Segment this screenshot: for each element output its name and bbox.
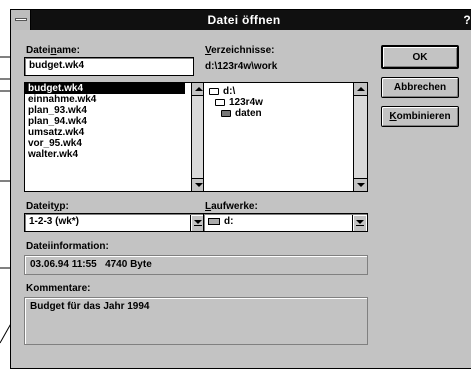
combine-button[interactable]: Kombinieren [381, 106, 459, 127]
file-list[interactable]: budget.wk4 einnahme.wk4 plan_93.wk4 plan… [24, 82, 206, 192]
filename-label: Dateiname: [26, 45, 80, 56]
filetype-label: Dateityp: [26, 201, 69, 212]
current-path: d:\123r4w\work [205, 61, 278, 72]
filetype-select[interactable]: 1-2-3 (wk*) [24, 213, 206, 232]
drives-label: Laufwerke: [205, 201, 258, 212]
file-item-budget[interactable]: budget.wk4 [25, 83, 185, 94]
file-item-plan94[interactable]: plan_94.wk4 [25, 116, 205, 127]
open-folder-icon [209, 88, 219, 95]
system-menu-button[interactable] [11, 10, 31, 30]
cancel-button[interactable]: Abbrechen [381, 77, 459, 98]
fileinfo-label: Dateiinformation: [26, 241, 109, 252]
open-file-dialog: Datei öffnen ? Dateiname: budget.wk4 bud… [10, 9, 471, 369]
dir-item-root[interactable]: d:\ [204, 86, 367, 97]
title-bar: Datei öffnen ? [11, 10, 471, 30]
dialog-title: Datei öffnen [207, 13, 281, 27]
directories-label: Verzeichnisse: [205, 45, 275, 56]
file-item-walter[interactable]: walter.wk4 [25, 149, 205, 160]
drive-select[interactable]: d: [203, 213, 368, 232]
directory-list[interactable]: d:\ 123r4w daten [203, 82, 368, 192]
dropdown-arrow-icon[interactable] [190, 215, 204, 231]
scroll-down-icon[interactable] [354, 178, 367, 191]
ok-button[interactable]: OK [381, 45, 459, 69]
dropdown-arrow-icon[interactable] [352, 215, 366, 231]
comments-label: Kommentare: [26, 283, 91, 294]
filename-input[interactable]: budget.wk4 [24, 57, 194, 76]
hard-drive-icon [208, 218, 220, 225]
comments-box: Budget für das Jahr 1994 [24, 297, 368, 345]
help-icon[interactable]: ? [463, 10, 471, 30]
file-item-plan93[interactable]: plan_93.wk4 [25, 105, 205, 116]
dir-item-123r4w[interactable]: 123r4w [204, 97, 367, 108]
dir-item-daten[interactable]: daten [204, 108, 367, 119]
fileinfo-value: 03.06.94 11:55 4740 Byte [24, 255, 368, 275]
closed-folder-icon [221, 110, 231, 117]
file-item-umsatz[interactable]: umsatz.wk4 [25, 127, 205, 138]
file-item-einnahme[interactable]: einnahme.wk4 [25, 94, 205, 105]
file-item-vor95[interactable]: vor_95.wk4 [25, 138, 205, 149]
open-folder-icon [215, 99, 225, 106]
scroll-up-icon[interactable] [354, 83, 367, 96]
directory-scrollbar[interactable] [353, 83, 367, 191]
